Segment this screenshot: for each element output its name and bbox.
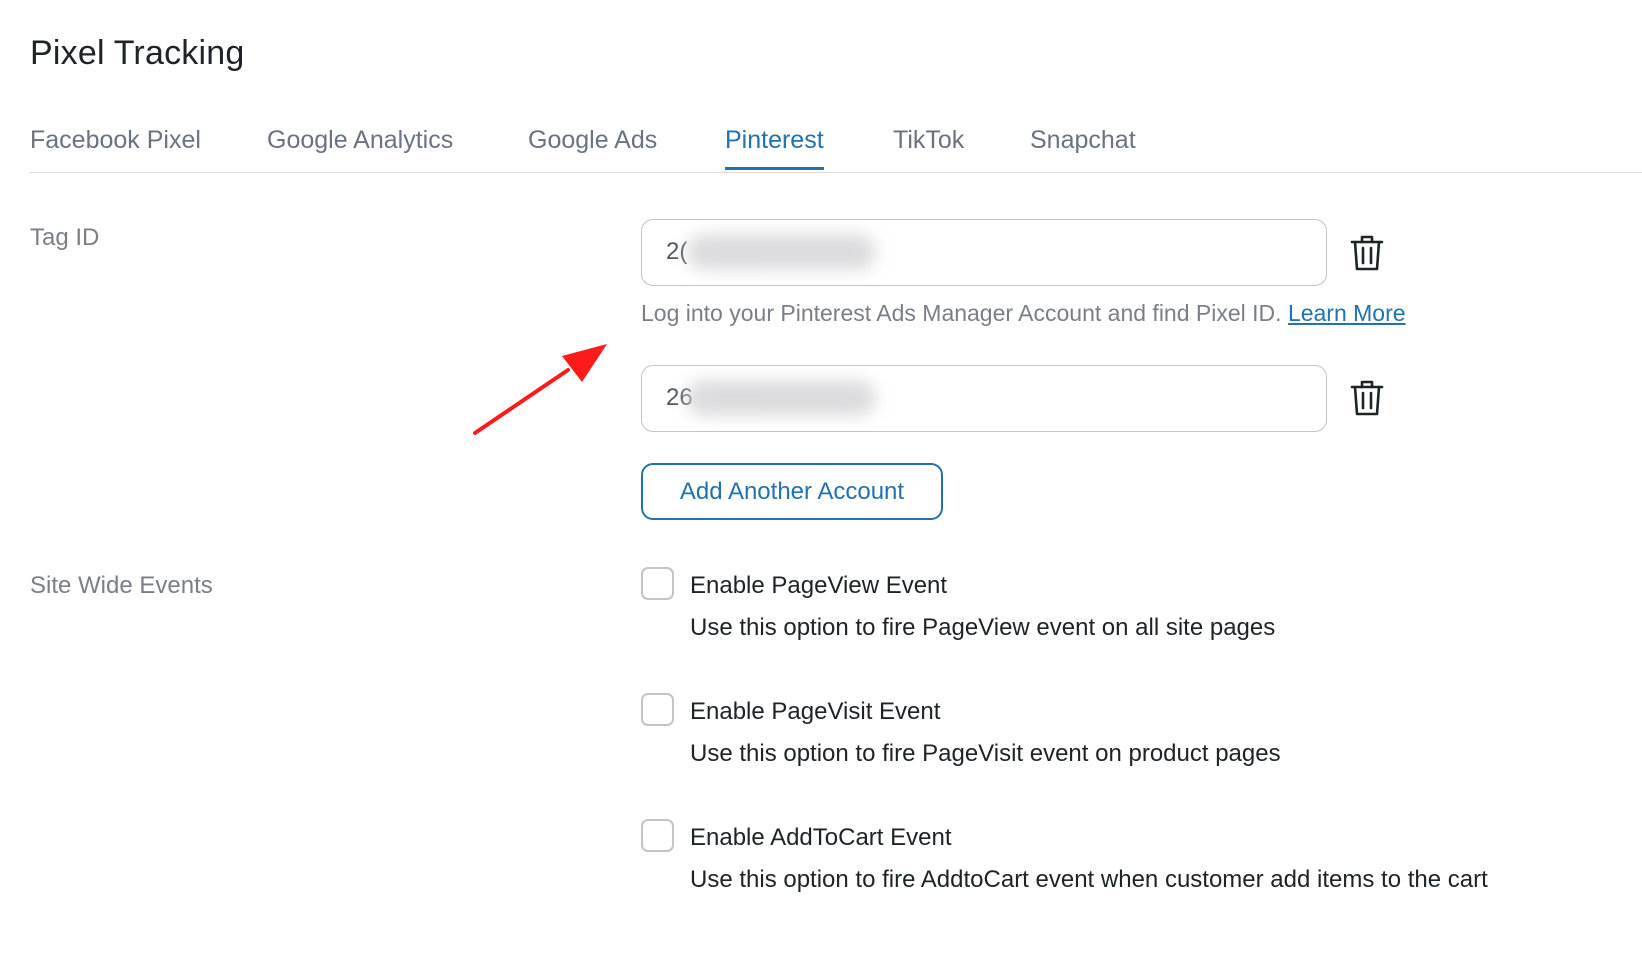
event-pageview-description: Use this option to fire PageView event o… bbox=[690, 614, 1276, 641]
add-another-account-button[interactable]: Add Another Account bbox=[641, 463, 943, 520]
redaction-blur bbox=[686, 380, 876, 416]
tag-id-input-1[interactable]: 2( bbox=[641, 219, 1327, 286]
page-title: Pixel Tracking bbox=[30, 34, 245, 72]
redaction-blur bbox=[686, 234, 876, 270]
tab-google-ads[interactable]: Google Ads bbox=[528, 126, 657, 167]
event-pagevisit-description: Use this option to fire PageVisit event … bbox=[690, 740, 1281, 767]
event-pageview-checkbox[interactable] bbox=[641, 567, 674, 600]
tag-id-input-2[interactable]: 26 bbox=[641, 365, 1327, 432]
event-addtocart-title: Enable AddToCart Event bbox=[690, 824, 952, 851]
event-addtocart-description: Use this option to fire AddtoCart event … bbox=[690, 866, 1488, 893]
tab-bar: Facebook Pixel Google Analytics Google A… bbox=[30, 120, 1642, 173]
tag-id-input-1-value: 2( bbox=[666, 238, 688, 265]
event-pagevisit-title: Enable PageVisit Event bbox=[690, 698, 941, 725]
red-arrow-annotation bbox=[473, 344, 607, 435]
event-pagevisit-checkbox[interactable] bbox=[641, 693, 674, 726]
trash-icon[interactable] bbox=[1350, 234, 1384, 272]
tab-facebook-pixel[interactable]: Facebook Pixel bbox=[30, 126, 201, 167]
site-wide-events-label: Site Wide Events bbox=[30, 572, 213, 599]
tab-pinterest[interactable]: Pinterest bbox=[725, 126, 824, 170]
tag-id-help-text: Log into your Pinterest Ads Manager Acco… bbox=[641, 300, 1406, 327]
help-text-content: Log into your Pinterest Ads Manager Acco… bbox=[641, 300, 1282, 326]
tab-google-analytics[interactable]: Google Analytics bbox=[267, 126, 453, 167]
event-pageview-title: Enable PageView Event bbox=[690, 572, 948, 599]
tag-id-label: Tag ID bbox=[30, 224, 100, 251]
learn-more-link[interactable]: Learn More bbox=[1288, 300, 1406, 326]
trash-icon[interactable] bbox=[1350, 379, 1384, 417]
tab-tiktok[interactable]: TikTok bbox=[893, 126, 964, 167]
tab-snapchat[interactable]: Snapchat bbox=[1030, 126, 1136, 167]
event-addtocart-checkbox[interactable] bbox=[641, 819, 674, 852]
